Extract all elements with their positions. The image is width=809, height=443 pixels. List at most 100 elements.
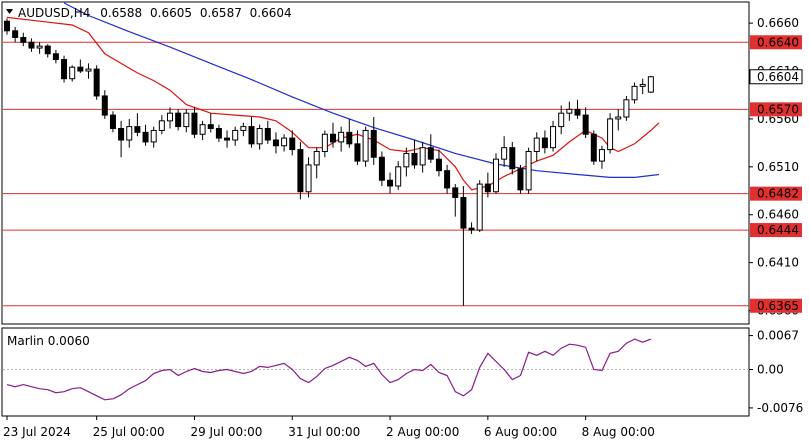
current-price-label: 0.6604 xyxy=(757,70,799,84)
candle-body xyxy=(517,168,524,191)
candle xyxy=(517,164,524,194)
time-tick-label: 25 Jul 00:00 xyxy=(93,425,165,439)
candle-body xyxy=(354,143,361,162)
candle-body xyxy=(574,108,581,116)
candle-body xyxy=(590,133,597,162)
close-value: 0.6604 xyxy=(250,6,292,20)
candle-body xyxy=(403,152,410,168)
time-tick-label: 29 Jul 00:00 xyxy=(190,425,262,439)
indicator-tick-label: 0.0067 xyxy=(757,329,799,343)
candle-body xyxy=(232,129,239,141)
candle-body xyxy=(427,147,434,160)
candle xyxy=(647,75,654,94)
candle-body xyxy=(615,116,622,120)
high-value: 0.6605 xyxy=(150,6,192,20)
candle-body xyxy=(533,137,540,153)
candle-body xyxy=(199,124,206,135)
candle-body xyxy=(61,59,68,80)
candle-body xyxy=(167,112,173,122)
level-price-label: 0.6444 xyxy=(757,223,799,237)
candle-body xyxy=(264,128,271,141)
time-tick-label: 2 Aug 00:00 xyxy=(386,425,459,439)
candle-body xyxy=(158,120,165,131)
candle-body xyxy=(126,126,133,141)
candle-body xyxy=(134,126,141,133)
candle-body xyxy=(631,85,638,101)
candle-body xyxy=(623,99,630,118)
level-price-label: 0.6482 xyxy=(757,187,799,201)
open-value: 0.6588 xyxy=(100,6,142,20)
candle-body xyxy=(52,53,59,61)
candle-body xyxy=(411,152,418,166)
candle-body xyxy=(330,133,336,143)
candle-body xyxy=(101,95,108,116)
candle-body xyxy=(272,139,279,147)
candle-body xyxy=(207,124,214,130)
candle-body xyxy=(109,114,116,130)
candle-body xyxy=(150,129,157,143)
candle-body xyxy=(69,66,76,80)
candle xyxy=(362,126,369,167)
candle-body xyxy=(460,196,467,229)
candle-body xyxy=(215,128,222,139)
candle xyxy=(493,153,499,194)
candle-body xyxy=(256,128,263,145)
candle xyxy=(476,180,483,232)
candle-body xyxy=(378,156,385,181)
candle-body xyxy=(77,66,84,72)
indicator-label: Marlin 0.0060 xyxy=(7,334,90,348)
candle-body xyxy=(419,147,426,166)
symbol-label: AUDUSD,H4 xyxy=(18,6,90,20)
candle-body xyxy=(647,76,654,93)
candle-body xyxy=(118,128,125,141)
candle-body xyxy=(541,137,548,149)
candle-body xyxy=(4,20,10,32)
chart-background xyxy=(0,0,809,443)
candle-body xyxy=(476,183,483,231)
candle-body xyxy=(338,131,345,143)
candle-body xyxy=(305,164,312,193)
candle-body xyxy=(28,41,35,49)
candle-body xyxy=(44,45,51,55)
candle-body xyxy=(297,149,304,193)
level-price-label: 0.6570 xyxy=(757,102,799,116)
candle-body xyxy=(484,183,491,193)
candle-body xyxy=(501,147,508,160)
time-tick-label: 31 Jul 00:00 xyxy=(288,425,360,439)
candle xyxy=(525,147,532,194)
candle xyxy=(607,113,614,154)
candle-body xyxy=(85,68,92,72)
candle-body xyxy=(321,133,328,153)
candle-body xyxy=(93,68,100,97)
candle-body xyxy=(183,112,190,128)
candle-body xyxy=(387,179,394,187)
time-tick-label: 6 Aug 00:00 xyxy=(484,425,557,439)
candle-body xyxy=(346,131,353,145)
candle-body xyxy=(289,137,296,151)
candle xyxy=(623,95,630,121)
candle-body xyxy=(509,147,516,170)
time-tick-label: 23 Jul 2024 xyxy=(3,425,71,439)
candle-body xyxy=(12,30,19,38)
candle-body xyxy=(639,83,646,87)
candle-body xyxy=(142,131,149,143)
candle-body xyxy=(281,137,288,147)
price-tick-label: 0.6460 xyxy=(757,208,799,222)
candle-body xyxy=(20,36,27,43)
level-price-label: 0.6640 xyxy=(757,35,799,49)
candle-body xyxy=(395,166,402,187)
candle-body xyxy=(566,108,573,114)
candle-body xyxy=(435,158,442,172)
indicator-tick-label: -0.0076 xyxy=(757,401,803,415)
candle-body xyxy=(224,137,231,141)
candle-body xyxy=(191,112,198,135)
candle xyxy=(61,55,68,83)
chart-header: AUDUSD,H4 0.6588 0.6605 0.6587 0.6604 xyxy=(18,6,292,20)
price-tick-label: 0.6510 xyxy=(757,160,799,174)
candle-body xyxy=(598,149,605,162)
price-chart[interactable]: 0.66600.66100.65600.65100.64600.64100.63… xyxy=(0,0,809,443)
candle xyxy=(297,141,304,200)
candle-body xyxy=(36,45,43,49)
candle-body xyxy=(558,112,565,128)
candle-body xyxy=(370,129,377,158)
